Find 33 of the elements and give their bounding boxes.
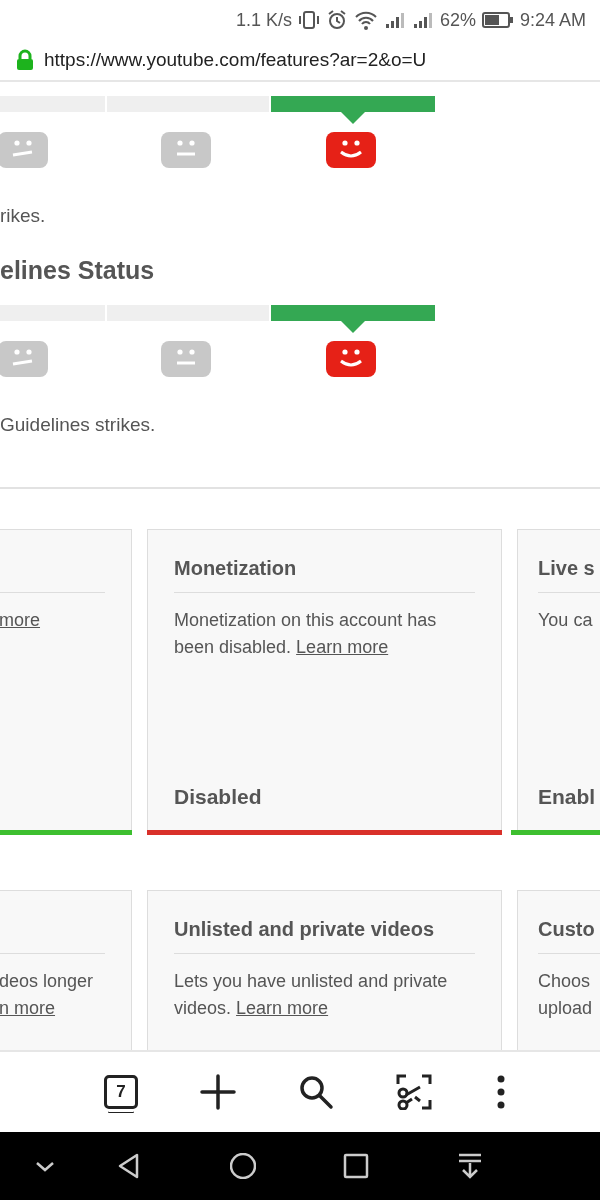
learn-more-link[interactable]: more [0, 610, 40, 630]
battery-icon [481, 11, 514, 29]
card-description: Choos upload [538, 970, 594, 1020]
notification-pull-icon[interactable] [457, 1153, 483, 1179]
card-title: Live s [538, 557, 595, 579]
card-title: Custo [538, 918, 595, 940]
signal-icon [383, 10, 406, 30]
status-label: Disabled [174, 783, 263, 810]
plus-icon[interactable] [200, 1074, 236, 1110]
screenshot-scissors-icon[interactable] [396, 1074, 432, 1110]
card-title: Unlisted and private videos [174, 918, 435, 940]
learn-more-link[interactable]: n more [0, 998, 56, 1018]
card-title: Monetization [174, 557, 297, 579]
learn-more-link[interactable]: Learn more [296, 637, 389, 657]
network-speed: 1.1 K/s [235, 8, 292, 32]
card-description: Lets you have unlisted and private videos. Learn more [174, 970, 449, 1020]
wifi-icon [353, 9, 378, 31]
battery-percent: 62% [439, 8, 476, 32]
card-description: Monetization on this account has been disabled. Learn more [174, 609, 438, 659]
learn-more-link[interactable]: Learn more [236, 998, 329, 1018]
vibrate-icon [297, 9, 320, 31]
section-heading: elines Status [0, 254, 156, 285]
card-description: You ca [538, 609, 594, 632]
recents-icon[interactable] [343, 1153, 369, 1179]
card-description: deos longer n more [0, 970, 95, 1020]
caption-text: rikes. [0, 204, 47, 228]
search-icon[interactable] [298, 1074, 334, 1110]
status-label: Enabl [538, 783, 597, 810]
caption-text: Guidelines strikes. [0, 412, 157, 437]
home-icon[interactable] [230, 1153, 256, 1179]
signal-icon [411, 10, 434, 30]
clock-time: 9:24 AM [519, 8, 586, 32]
url-text[interactable]: https://www.youtube.com/features?ar=2&o=U [44, 45, 427, 75]
